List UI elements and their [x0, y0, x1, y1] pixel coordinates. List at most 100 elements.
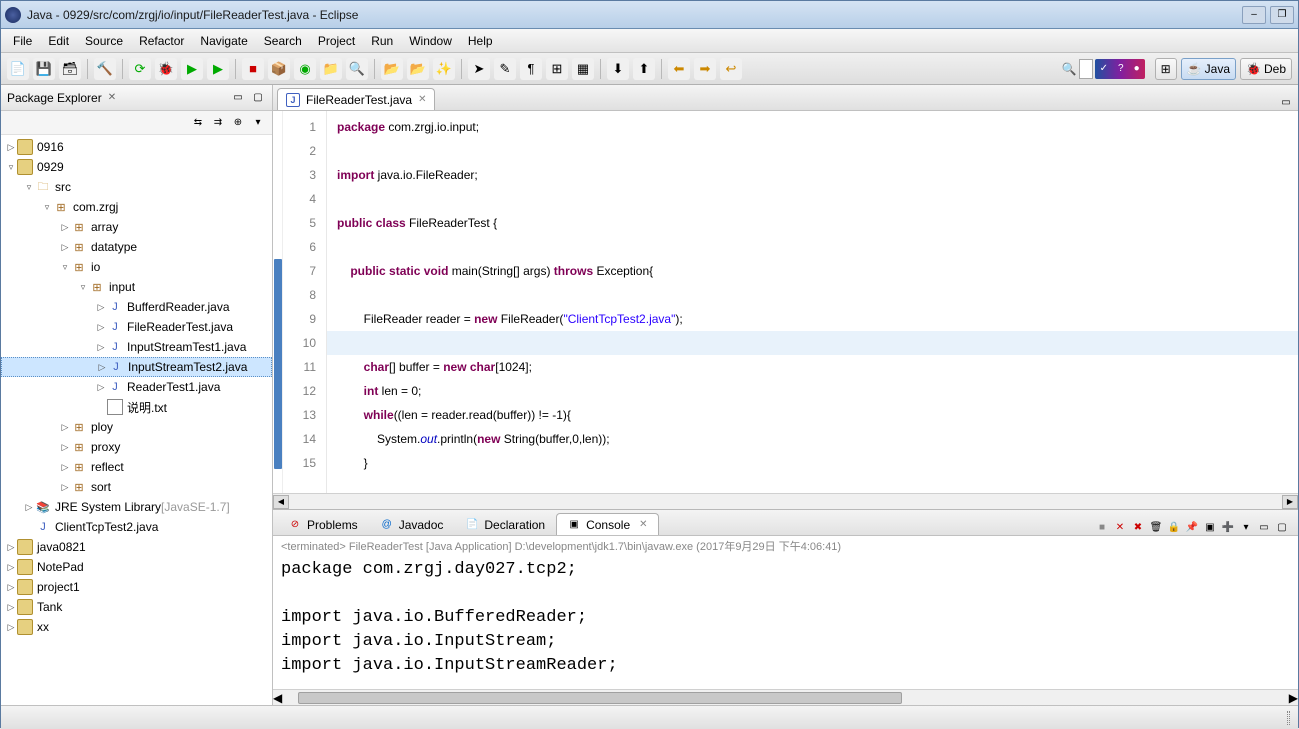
remove-all-button[interactable]: ✖ [1130, 519, 1146, 535]
collapse-all-button[interactable]: ⇆ [190, 115, 206, 131]
clear-console-button[interactable]: 🗑 [1148, 519, 1164, 535]
search-button[interactable]: 🔍 [346, 58, 368, 80]
console-hscroll[interactable]: ◀ ▶ [273, 689, 1298, 705]
scroll-left-button[interactable]: ◀ [273, 691, 282, 705]
editor-maximize-button[interactable]: ▭ [1278, 94, 1294, 110]
terminate-button[interactable]: ■ [1094, 519, 1110, 535]
menu-navigate[interactable]: Navigate [192, 31, 255, 51]
save-button[interactable]: 💾 [33, 58, 55, 80]
pin-console-button[interactable]: 📌 [1184, 519, 1200, 535]
scroll-lock-button[interactable]: 🔒 [1166, 519, 1182, 535]
forward-button[interactable]: ➡ [694, 58, 716, 80]
panel-maximize-button[interactable]: ▢ [250, 90, 266, 106]
tab-close-button[interactable]: ✕ [418, 94, 426, 105]
text-file-node[interactable]: 说明.txt [1, 397, 272, 417]
debug-perspective-button[interactable]: 🐞Deb [1240, 58, 1292, 80]
package-node[interactable]: ▷⊞array [1, 217, 272, 237]
run-last-button[interactable]: ▶ [207, 58, 229, 80]
quick-access-input[interactable] [1079, 59, 1093, 79]
focus-task-button[interactable]: ⊕ [230, 115, 246, 131]
project-node[interactable]: ▷NotePad [1, 557, 272, 577]
src-folder-node[interactable]: ▿🗀src [1, 177, 272, 197]
save-all-button[interactable]: 🗃 [59, 58, 81, 80]
console-tab[interactable]: ▣Console✕ [556, 513, 658, 535]
view-menu-button[interactable]: ▾ [250, 115, 266, 131]
package-node[interactable]: ▷⊞sort [1, 477, 272, 497]
java-file-node[interactable]: ▷JFileReaderTest.java [1, 317, 272, 337]
panel-close-button[interactable]: ✕ [108, 92, 120, 104]
scroll-right-button[interactable]: ▶ [1289, 691, 1298, 705]
problems-tab[interactable]: ⊘Problems [277, 513, 369, 535]
package-node[interactable]: ▿⊞com.zrgj [1, 197, 272, 217]
last-edit-button[interactable]: ↩ [720, 58, 742, 80]
open-perspective-button[interactable]: ⊞ [1155, 58, 1177, 80]
show-whitespace-button[interactable]: ⊞ [546, 58, 568, 80]
menu-run[interactable]: Run [363, 31, 401, 51]
menu-window[interactable]: Window [401, 31, 460, 51]
prev-ann-button[interactable]: ⬆ [633, 58, 655, 80]
link-editor-button[interactable]: ⇉ [210, 115, 226, 131]
scroll-right-button[interactable]: ▶ [1282, 495, 1298, 509]
menu-file[interactable]: File [5, 31, 40, 51]
project-node[interactable]: ▷project1 [1, 577, 272, 597]
open-console-button[interactable]: ➕ [1220, 519, 1236, 535]
block-sel-button[interactable]: ▦ [572, 58, 594, 80]
declaration-tab[interactable]: 📄Declaration [454, 513, 556, 535]
scroll-left-button[interactable]: ◀ [273, 495, 289, 509]
toggle-ws-button[interactable]: ¶ [520, 58, 542, 80]
console-output[interactable]: package com.zrgj.day027.tcp2; import jav… [273, 556, 1298, 689]
display-console-button[interactable]: ▣ [1202, 519, 1218, 535]
package-node[interactable]: ▿⊞io [1, 257, 272, 277]
menu-refactor[interactable]: Refactor [131, 31, 192, 51]
annotation-ruler[interactable] [273, 111, 283, 493]
panel-minimize-button[interactable]: ▭ [230, 90, 246, 106]
java-file-node[interactable]: ▷JBufferdReader.java [1, 297, 272, 317]
toggle-mark-button[interactable]: ✎ [494, 58, 516, 80]
editor-hscroll[interactable]: ◀ ▶ [273, 493, 1298, 509]
open-type-button[interactable]: 📁 [320, 58, 342, 80]
build-button[interactable]: 🔨 [94, 58, 116, 80]
back-button[interactable]: ⬅ [668, 58, 690, 80]
explorer-tree[interactable]: ▷0916 ▿0929 ▿🗀src ▿⊞com.zrgj ▷⊞array ▷⊞d… [1, 135, 272, 705]
next-ann-button[interactable]: ⬇ [607, 58, 629, 80]
wand-button[interactable]: ✨ [433, 58, 455, 80]
project-node[interactable]: ▷java0821 [1, 537, 272, 557]
stop-button[interactable]: ■ [242, 58, 264, 80]
package-node[interactable]: ▷⊞ploy [1, 417, 272, 437]
line-gutter[interactable]: 123456789101112131415 [283, 111, 327, 493]
code-editor[interactable]: package com.zrgj.io.input; import java.i… [327, 111, 1298, 493]
package-node[interactable]: ▿⊞input [1, 277, 272, 297]
project-node[interactable]: ▷0916 [1, 137, 272, 157]
project-node[interactable]: ▷xx [1, 617, 272, 637]
new-button[interactable]: 📄 [7, 58, 29, 80]
open-resource-button[interactable]: 📂 [407, 58, 429, 80]
run-button[interactable]: ▶ [181, 58, 203, 80]
menu-source[interactable]: Source [77, 31, 131, 51]
minimize-button[interactable]: – [1242, 6, 1266, 24]
package-node[interactable]: ▷⊞proxy [1, 437, 272, 457]
java-file-node[interactable]: ▷JInputStreamTest1.java [1, 337, 272, 357]
remove-launch-button[interactable]: ✕ [1112, 519, 1128, 535]
editor-tab[interactable]: J FileReaderTest.java ✕ [277, 88, 435, 110]
new-class-button[interactable]: ◉ [294, 58, 316, 80]
goto-button[interactable]: ➤ [468, 58, 490, 80]
tab-close-button[interactable]: ✕ [639, 519, 647, 530]
debug-button[interactable]: 🐞 [155, 58, 177, 80]
panel-maximize-button[interactable]: ▢ [1274, 519, 1290, 535]
panel-minimize-button[interactable]: ▭ [1256, 519, 1272, 535]
java-file-node[interactable]: ▷JInputStreamTest2.java [1, 357, 272, 377]
console-menu-button[interactable]: ▾ [1238, 519, 1254, 535]
java-file-node[interactable]: ▷JReaderTest1.java [1, 377, 272, 397]
skip-breakpoints-button[interactable]: ⟳ [129, 58, 151, 80]
open-task-button[interactable]: 📂 [381, 58, 403, 80]
java-file-node[interactable]: JClientTcpTest2.java [1, 517, 272, 537]
menu-edit[interactable]: Edit [40, 31, 77, 51]
quick-access[interactable]: 🔍 ✓?● [1062, 59, 1145, 79]
javadoc-tab[interactable]: @Javadoc [369, 513, 455, 535]
scroll-thumb[interactable] [298, 692, 902, 704]
menu-search[interactable]: Search [256, 31, 310, 51]
package-node[interactable]: ▷⊞reflect [1, 457, 272, 477]
project-node[interactable]: ▿0929 [1, 157, 272, 177]
package-node[interactable]: ▷⊞datatype [1, 237, 272, 257]
project-node[interactable]: ▷Tank [1, 597, 272, 617]
